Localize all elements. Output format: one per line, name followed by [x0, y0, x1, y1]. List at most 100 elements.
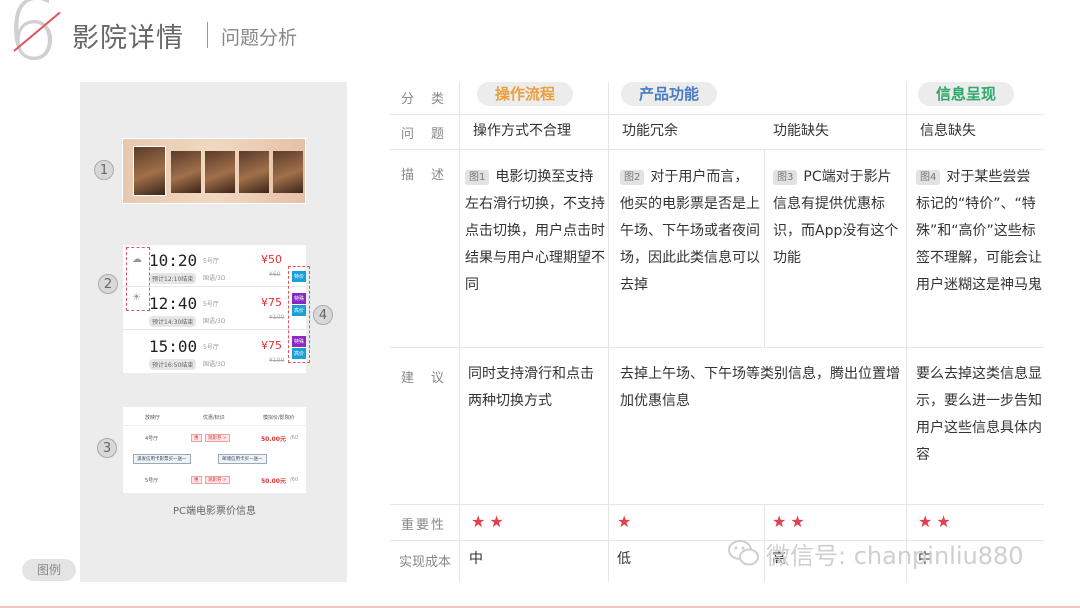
row-divider — [390, 347, 1044, 348]
row-label-description: 描 述 — [401, 168, 447, 183]
showtime: 12:40 — [149, 294, 198, 313]
schedule-row: 10:20 预计12:10结束 5号厅 国语/3D ¥50 ¥60 特价 — [123, 245, 306, 287]
figure-3-caption: PC端电影票价信息 — [172, 506, 256, 517]
price: 50.00元 — [261, 478, 286, 485]
showtime: 15:00 — [149, 337, 198, 356]
row-divider — [390, 114, 1044, 115]
hall-label: 5号厅 — [203, 258, 219, 265]
cloud-icon: ☁ — [132, 254, 142, 265]
price: ¥75 — [261, 339, 282, 352]
discount-tag: 惠 — [191, 434, 202, 442]
offer-button-psbc[interactable]: 邮储信用卡买一送一 — [218, 454, 267, 464]
col-divider — [459, 82, 460, 582]
offer-button-spdb[interactable]: 浦发信用卡影票买一送一 — [133, 454, 191, 464]
row-label-category: 分 类 — [401, 92, 447, 107]
original-price: /60 — [290, 435, 299, 441]
figure-ref-tag: 图1 — [465, 169, 490, 185]
suggestion-cell: 同时支持滑行和点击两种切换方式 — [468, 366, 594, 409]
hall-label: 5号厅 — [145, 478, 159, 484]
price: ¥50 — [261, 253, 282, 266]
original-price: ¥100 — [269, 314, 285, 321]
figure-ref-tag: 图3 — [773, 169, 798, 185]
original-price: ¥100 — [269, 357, 285, 364]
watermark-text: 微信号: chanpinliu880 — [766, 542, 1024, 570]
suggestion-cell: 要么去掉这类信息显示，要么进一步告知用户这些信息具体内容 — [916, 366, 1042, 463]
poster-image — [171, 151, 201, 193]
col-divider — [906, 82, 907, 582]
discount-tag: 惠 — [191, 476, 202, 484]
row-divider — [390, 149, 1044, 150]
poster-image-selected — [133, 146, 166, 196]
figure-marker-2: 2 — [98, 274, 118, 294]
importance-stars: ★★ — [471, 512, 508, 531]
schedule-row: 12:40 预计14:30结束 5号厅 国语/3D ¥75 ¥100 特殊 高价 — [123, 288, 306, 330]
legend-badge: 图例 — [22, 559, 76, 581]
cost-cell: 中 — [469, 551, 483, 567]
end-time-tag: 预计12:10结束 — [149, 273, 197, 284]
problem-cell: 操作方式不合理 — [473, 123, 571, 139]
row-divider — [390, 504, 1044, 505]
price: 50.00元 — [261, 436, 286, 443]
format-label: 国语/3D — [203, 275, 226, 282]
description-cell: 图1 电影切换至支持左右滑行切换，不支持点击切换，用户点击时结果与用户心理期望不同 — [465, 164, 605, 299]
original-price: /60 — [290, 477, 299, 483]
page-subtitle: 问题分析 — [221, 27, 298, 49]
figure-1-poster-carousel — [122, 138, 306, 204]
figure-ref-tag: 图4 — [916, 169, 941, 185]
figure-3-pc-price-table: 放映厅 优惠/标识 模拟价/影院价 4号厅 惠 观影券 > 50.00元 /60… — [123, 407, 306, 493]
cost-cell: 低 — [617, 551, 631, 567]
description-cell: 图4 对于某些尝尝标记的“特价”、“特殊”和“高价”这些标签不理解，可能会让用户迷… — [916, 164, 1042, 299]
description-text: 对于某些尝尝标记的“特价”、“特殊”和“高价”这些标签不理解，可能会让用户迷糊这… — [916, 169, 1042, 293]
category-pill-info-display: 信息呈现 — [918, 82, 1014, 106]
problem-cell: 功能冗余 — [622, 123, 678, 139]
row-label-suggestion: 建 议 — [401, 371, 447, 386]
poster-image — [239, 151, 269, 193]
showtime: 10:20 — [149, 251, 198, 270]
title-divider — [207, 22, 208, 48]
sun-icon: ☀ — [132, 292, 141, 303]
problem-cell: 功能缺失 — [773, 123, 829, 139]
col-header-price: 模拟价/影院价 — [263, 415, 295, 421]
row-label-problem: 问 题 — [401, 127, 447, 142]
figure-ref-tag: 图2 — [620, 169, 645, 185]
row-label-cost: 实现成本 — [399, 555, 452, 570]
page-title: 影院详情 — [72, 23, 184, 54]
format-label: 国语/3D — [203, 318, 226, 325]
coupon-tag: 观影券 > — [205, 434, 230, 442]
col-divider — [608, 82, 609, 582]
format-label: 国语/3D — [203, 361, 226, 368]
original-price: ¥60 — [269, 271, 281, 278]
coupon-tag: 观影券 > — [205, 476, 230, 484]
hall-label: 5号厅 — [203, 344, 219, 351]
poster-image — [205, 151, 235, 193]
importance-stars: ★ — [617, 512, 636, 531]
description-cell: 图2 对于用户而言，他买的电影票是否是上午场、下午场或者夜间场，因此此类信息可以去… — [620, 164, 760, 299]
description-text: 电影切换至支持左右滑行切换，不支持点击切换，用户点击时结果与用户心理期望不同 — [465, 169, 605, 293]
wechat-icon — [728, 540, 759, 566]
problem-cell: 信息缺失 — [920, 123, 976, 139]
poster-image — [273, 151, 303, 193]
col-divider — [764, 149, 765, 347]
figure-2-schedule-list: 10:20 预计12:10结束 5号厅 国语/3D ¥50 ¥60 特价 12:… — [123, 245, 306, 373]
divider — [123, 425, 306, 426]
description-text: 对于用户而言，他买的电影票是否是上午场、下午场或者夜间场，因此此类信息可以去掉 — [620, 169, 760, 293]
figure-marker-4: 4 — [313, 305, 333, 325]
end-time-tag: 预计16:50结束 — [149, 359, 197, 370]
figure-marker-3: 3 — [97, 438, 117, 458]
hall-label: 5号厅 — [203, 301, 219, 308]
figure-marker-1: 1 — [94, 160, 114, 180]
description-cell: 图3 PC端对于影片信息有提供优惠标识，而App没有这个功能 — [773, 164, 901, 272]
importance-stars: ★★ — [918, 512, 955, 531]
price: ¥75 — [261, 296, 282, 309]
category-pill-operation-flow: 操作流程 — [477, 82, 573, 106]
row-label-importance: 重要性 — [401, 518, 447, 533]
suggestion-cell: 去掉上午场、下午场等类别信息，腾出位置增加优惠信息 — [620, 366, 900, 409]
highlight-box-time-icons: ☁ ☀ — [126, 247, 150, 311]
category-pill-product-function: 产品功能 — [621, 82, 717, 106]
importance-stars: ★★ — [772, 512, 809, 531]
end-time-tag: 预计14:30结束 — [149, 316, 197, 327]
hall-label: 4号厅 — [145, 436, 159, 442]
schedule-row: 15:00 预计16:50结束 5号厅 国语/3D ¥75 ¥100 特殊 高价 — [123, 331, 306, 373]
col-header-offer: 优惠/标识 — [203, 415, 225, 421]
highlight-box-tags — [288, 266, 310, 363]
